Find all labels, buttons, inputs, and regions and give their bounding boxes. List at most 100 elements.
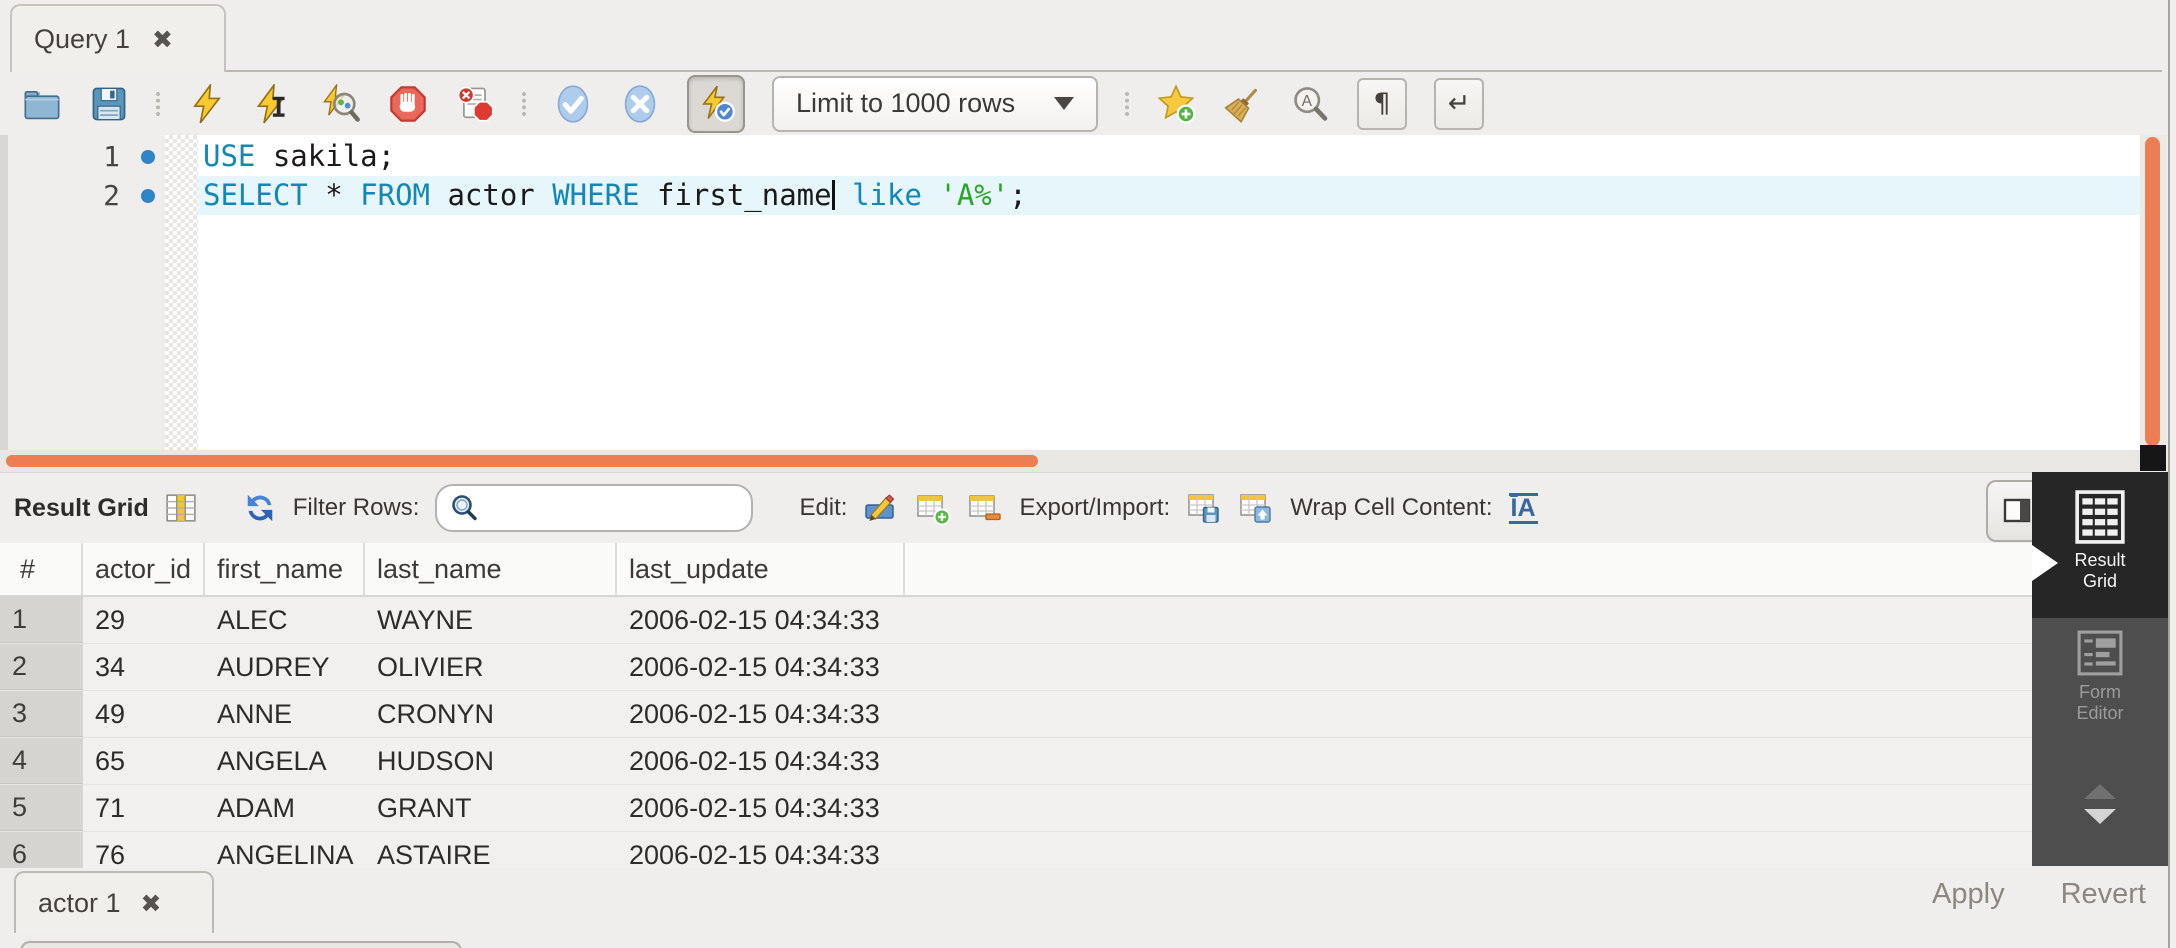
insert-row-button[interactable] — [915, 490, 951, 526]
result-tab-bar: actor 1 ✖ Apply Revert — [0, 868, 2176, 948]
star-plus-icon — [1156, 84, 1196, 124]
open-script-button[interactable] — [22, 84, 62, 124]
toggle-word-wrap-button[interactable]: ↵ — [1434, 78, 1484, 130]
execute-current-statement-button[interactable] — [254, 84, 294, 124]
close-tab-icon[interactable]: ✖ — [141, 889, 162, 918]
table-cell[interactable]: 2006-02-15 04:34:33 — [617, 691, 905, 737]
toggle-stop-on-error-button[interactable] — [455, 84, 495, 124]
table-cell[interactable]: ALEC — [205, 597, 365, 643]
table-cell[interactable]: 29 — [83, 597, 205, 643]
table-cell[interactable]: 76 — [83, 832, 205, 868]
table-cell[interactable]: HUDSON — [365, 738, 617, 784]
toggle-autocommit-button[interactable] — [687, 75, 745, 133]
table-row[interactable]: 349ANNECRONYN2006-02-15 04:34:33 — [0, 691, 2032, 738]
table-cell[interactable]: 2006-02-15 04:34:33 — [617, 785, 905, 831]
revert-button[interactable]: Revert — [2061, 878, 2146, 911]
sql-code-area[interactable]: USE sakila;SELECT * FROM actor WHERE fir… — [198, 135, 2140, 450]
edit-pencil-icon — [863, 490, 899, 526]
refresh-button[interactable] — [243, 491, 277, 525]
table-cell[interactable]: 2006-02-15 04:34:33 — [617, 738, 905, 784]
beautify-script-button[interactable] — [1223, 84, 1263, 124]
commit-button[interactable] — [553, 84, 593, 124]
side-panel-item-result-grid[interactable]: Result Grid — [2032, 490, 2168, 592]
table-cell-filler — [905, 738, 2032, 784]
table-cell[interactable]: 65 — [83, 738, 205, 784]
save-snippet-button[interactable] — [1156, 84, 1196, 124]
explain-magnifier-icon — [321, 84, 361, 124]
table-cell[interactable]: AUDREY — [205, 644, 365, 690]
table-cell[interactable]: 71 — [83, 785, 205, 831]
result-grid-body: 129ALECWAYNE2006-02-15 04:34:33234AUDREY… — [0, 597, 2032, 868]
apply-button[interactable]: Apply — [1932, 878, 2005, 911]
chevron-up-icon[interactable] — [2084, 784, 2116, 799]
toolbar-separator — [522, 92, 526, 116]
toggle-invisible-characters-button[interactable]: ¶ — [1357, 78, 1407, 130]
row-number-cell[interactable]: 3 — [0, 691, 83, 737]
editor-vertical-scroll-thumb[interactable] — [2145, 137, 2160, 446]
export-recordset-button[interactable] — [1186, 490, 1222, 526]
tab-actor-1-label: actor 1 — [38, 888, 121, 919]
table-cell[interactable]: 2006-02-15 04:34:33 — [617, 832, 905, 868]
table-cell[interactable]: OLIVIER — [365, 644, 617, 690]
execute-script-button[interactable] — [187, 84, 227, 124]
table-cell[interactable]: ANGELINA — [205, 832, 365, 868]
row-number-cell[interactable]: 1 — [0, 597, 83, 643]
commit-check-icon — [553, 84, 593, 124]
explain-plan-button[interactable] — [321, 84, 361, 124]
side-panel-item-form-editor[interactable]: Form Editor — [2032, 630, 2168, 724]
sql-code-line[interactable]: SELECT * FROM actor WHERE first_name lik… — [198, 176, 2140, 215]
column-header-first_name[interactable]: first_name — [205, 543, 365, 595]
editor-horizontal-scroll-thumb[interactable] — [6, 455, 1038, 467]
table-cell[interactable]: 49 — [83, 691, 205, 737]
stop-query-button[interactable] — [388, 84, 428, 124]
close-tab-icon[interactable]: ✖ — [152, 25, 173, 54]
column-header-last_update[interactable]: last_update — [617, 543, 905, 595]
column-header-rownum[interactable]: # — [0, 543, 83, 595]
search-a-icon: A — [1290, 84, 1330, 124]
table-cell[interactable]: ANNE — [205, 691, 365, 737]
result-grid-panel-label-line2: Grid — [2074, 571, 2125, 592]
table-cell[interactable]: 34 — [83, 644, 205, 690]
wrap-cell-content-icon: ĪA — [1509, 493, 1538, 524]
table-cell-filler — [905, 785, 2032, 831]
export-recordset-icon — [1186, 490, 1222, 526]
row-number-cell[interactable]: 5 — [0, 785, 83, 831]
column-header-actor_id[interactable]: actor_id — [83, 543, 205, 595]
table-cell[interactable]: 2006-02-15 04:34:33 — [617, 644, 905, 690]
table-row[interactable]: 129ALECWAYNE2006-02-15 04:34:33 — [0, 597, 2032, 644]
find-button[interactable]: A — [1290, 84, 1330, 124]
table-row[interactable]: 234AUDREYOLIVIER2006-02-15 04:34:33 — [0, 644, 2032, 691]
statement-marker-icon — [141, 150, 155, 164]
sql-code-line[interactable]: USE sakila; — [198, 137, 2140, 176]
table-row[interactable]: 676ANGELINAASTAIRE2006-02-15 04:34:33 — [0, 832, 2032, 868]
table-cell[interactable]: CRONYN — [365, 691, 617, 737]
tab-query-1[interactable]: Query 1 ✖ — [10, 4, 226, 72]
editor-vertical-scrollbar[interactable] — [2140, 135, 2166, 450]
filter-rows-searchbox[interactable] — [435, 484, 753, 532]
table-cell[interactable]: GRANT — [365, 785, 617, 831]
table-cell[interactable]: ANGELA — [205, 738, 365, 784]
row-number-cell[interactable]: 6 — [0, 832, 83, 868]
edit-record-button[interactable] — [863, 490, 899, 526]
delete-row-button[interactable] — [967, 490, 1003, 526]
save-script-button[interactable] — [89, 84, 129, 124]
table-cell[interactable]: ADAM — [205, 785, 365, 831]
filter-rows-input[interactable] — [489, 493, 751, 523]
row-number-cell[interactable]: 4 — [0, 738, 83, 784]
sql-editor[interactable]: 12 USE sakila;SELECT * FROM actor WHERE … — [0, 135, 2140, 450]
wrap-cell-content-button[interactable]: ĪA — [1509, 493, 1538, 524]
import-records-button[interactable] — [1238, 490, 1274, 526]
tab-actor-1[interactable]: actor 1 ✖ — [14, 871, 214, 933]
line-number-gutter: 12 — [8, 135, 165, 450]
limit-rows-dropdown[interactable]: Limit to 1000 rows — [772, 76, 1098, 132]
table-row[interactable]: 571ADAMGRANT2006-02-15 04:34:33 — [0, 785, 2032, 832]
table-cell[interactable]: ASTAIRE — [365, 832, 617, 868]
table-row[interactable]: 465ANGELAHUDSON2006-02-15 04:34:33 — [0, 738, 2032, 785]
table-cell[interactable]: WAYNE — [365, 597, 617, 643]
rollback-button[interactable] — [620, 84, 660, 124]
table-cell[interactable]: 2006-02-15 04:34:33 — [617, 597, 905, 643]
row-number-cell[interactable]: 2 — [0, 644, 83, 690]
chevron-down-icon[interactable] — [2084, 809, 2116, 824]
column-header-last_name[interactable]: last_name — [365, 543, 617, 595]
editor-horizontal-scrollbar[interactable] — [0, 450, 2140, 472]
